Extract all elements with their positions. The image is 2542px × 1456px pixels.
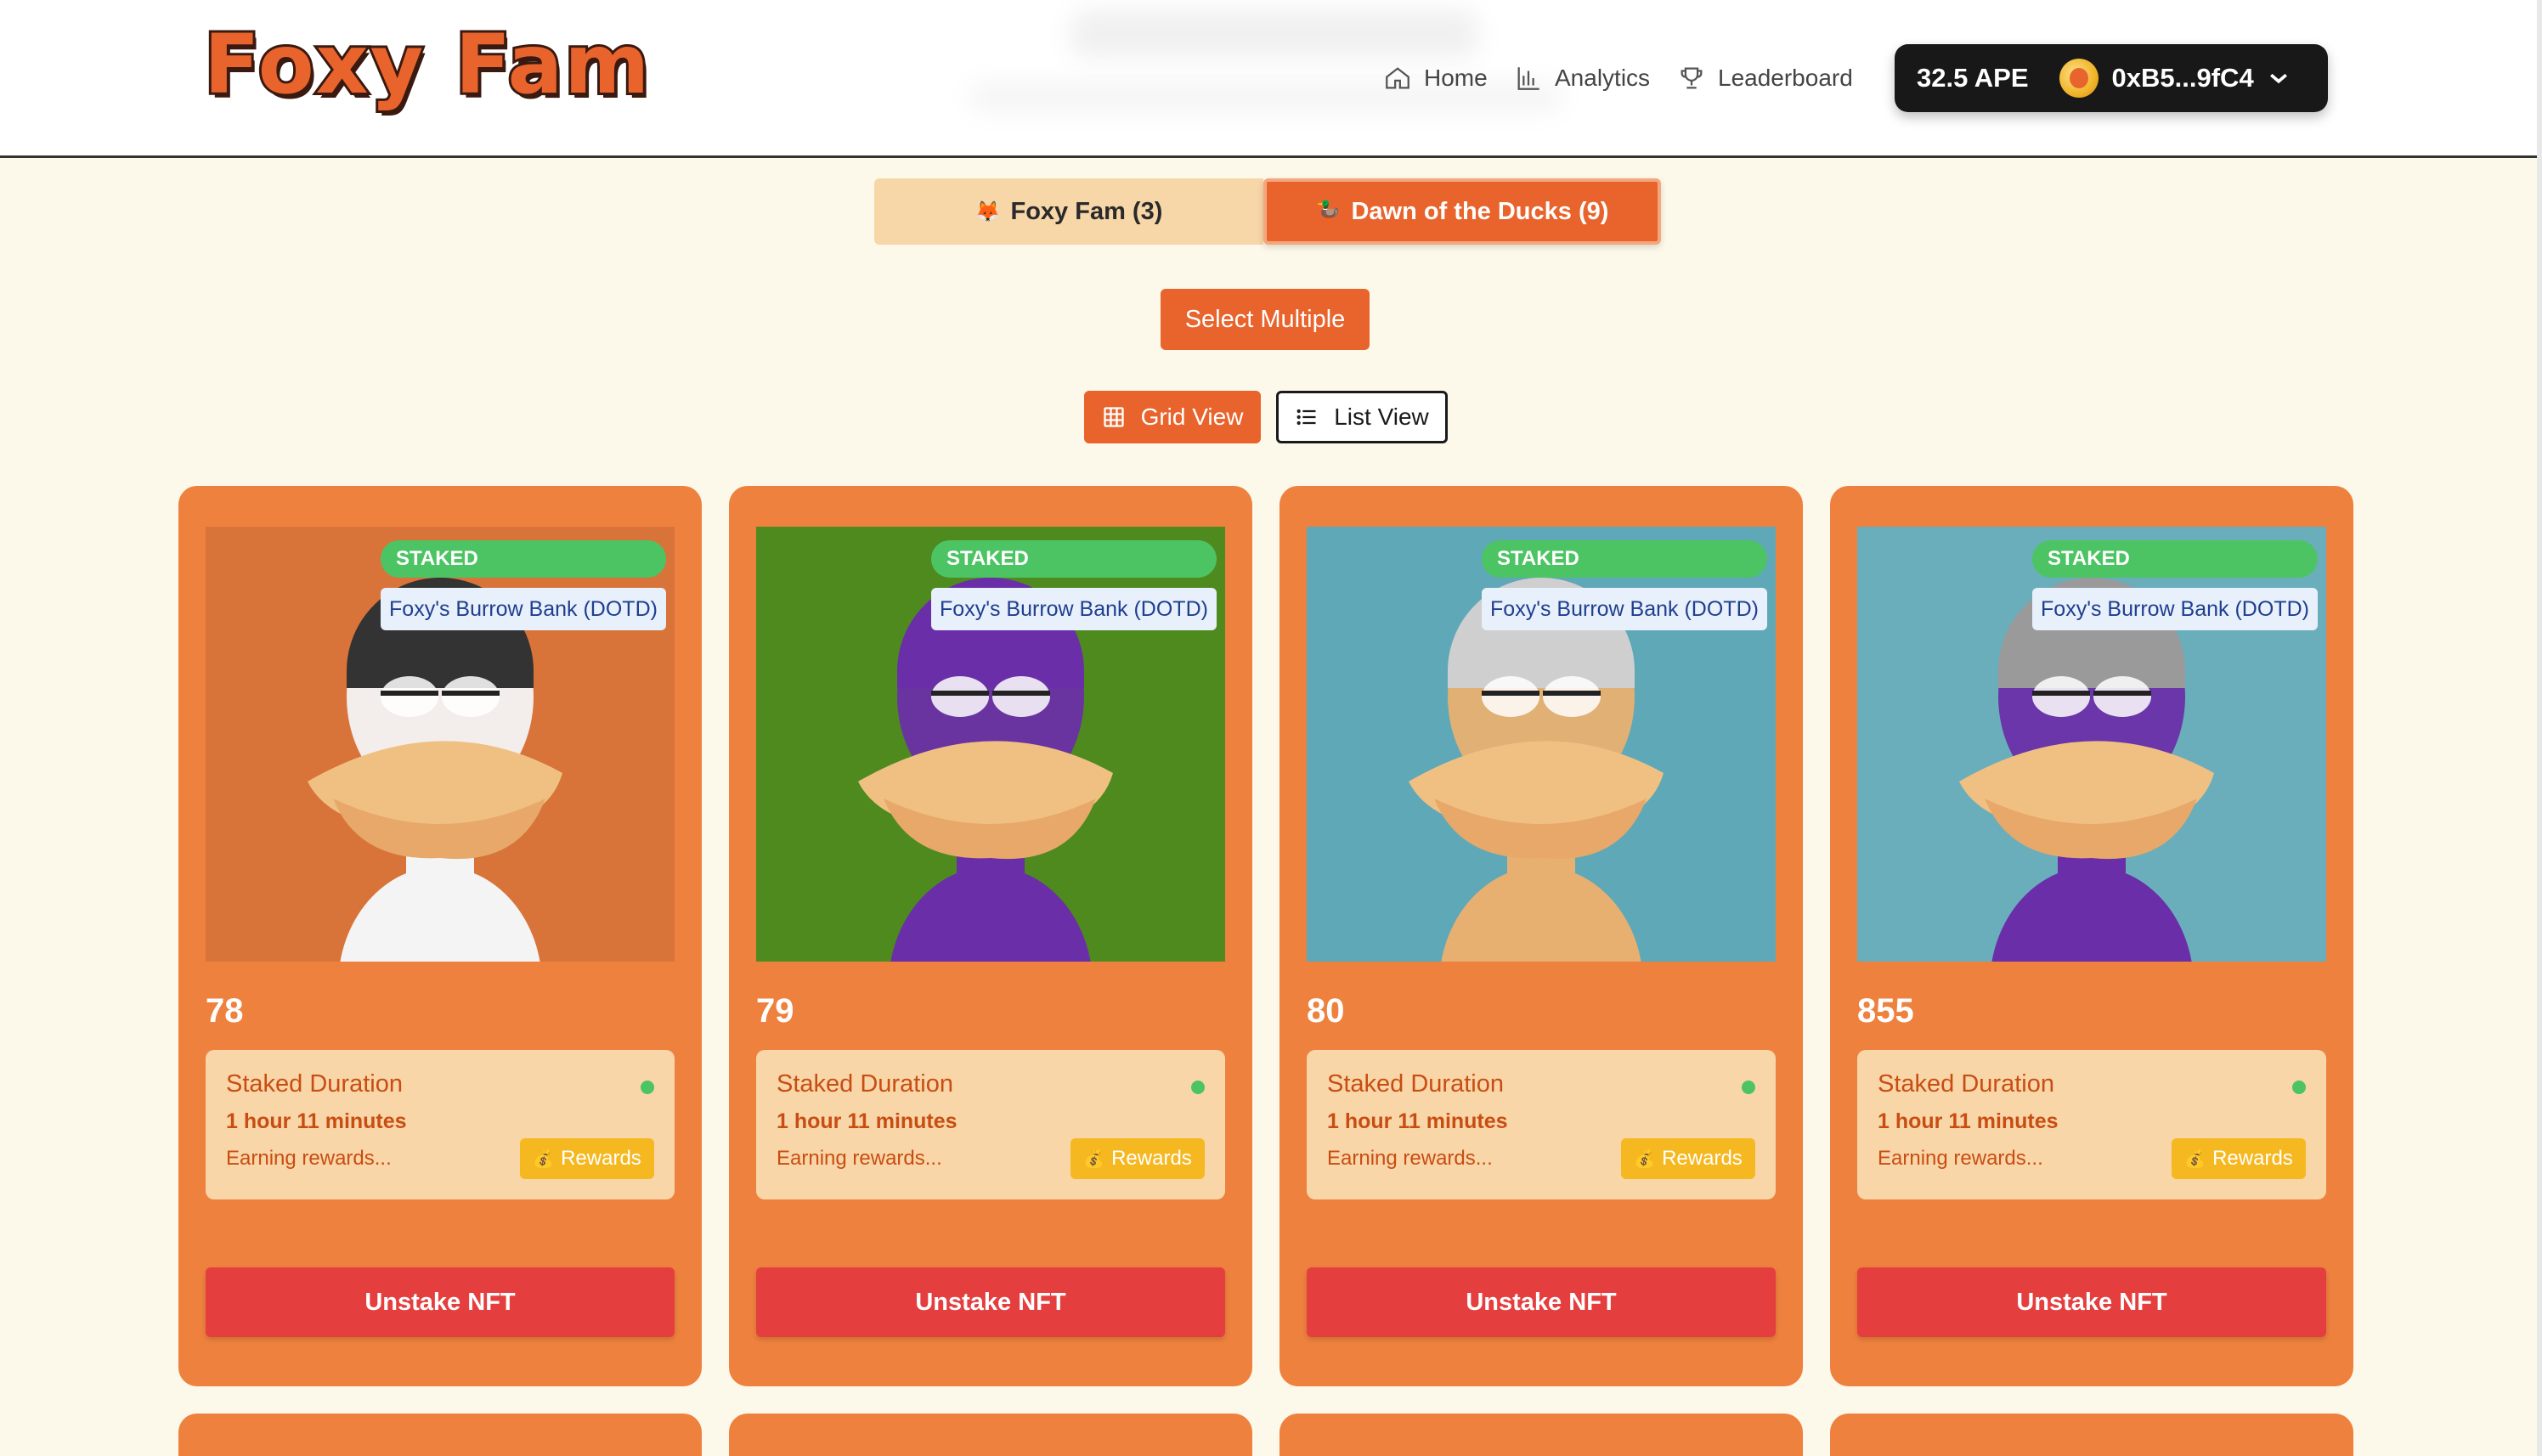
wallet-avatar-icon: [2059, 59, 2099, 98]
nav-home-label: Home: [1424, 65, 1488, 91]
staked-duration-label: Staked Duration: [226, 1070, 403, 1098]
nft-token-id: 80: [1307, 992, 1345, 1030]
nav-leaderboard-label: Leaderboard: [1718, 65, 1853, 91]
staked-duration-label: Staked Duration: [1878, 1070, 2054, 1098]
staked-duration-value: 1 hour 11 minutes: [1878, 1109, 2059, 1133]
staking-pool-badge: Foxy's Burrow Bank (DOTD): [1482, 588, 1767, 630]
money-bag-icon: 💰: [2184, 1149, 2206, 1169]
grid-view-label: Grid View: [1140, 404, 1244, 430]
rewards-button[interactable]: 💰 Rewards: [1621, 1138, 1755, 1179]
wallet-address: 0xB5...9fC4: [2111, 63, 2254, 93]
blurred-page-title: [1070, 10, 1478, 58]
money-bag-icon: 💰: [1634, 1149, 1656, 1169]
nft-token-id: 855: [1857, 992, 1914, 1030]
rewards-button[interactable]: 💰 Rewards: [520, 1138, 654, 1179]
duck-icon: 🦆: [1315, 200, 1342, 223]
trophy-icon: [1681, 67, 1703, 89]
nft-card: STAKED Foxy's Burrow Bank (DOTD) 855 Sta…: [1830, 486, 2353, 1386]
nft-card: STAKED Foxy's Burrow Bank (DOTD) 79 Stak…: [729, 486, 1252, 1386]
nav-home[interactable]: Home: [1383, 59, 1488, 97]
staked-duration-value: 1 hour 11 minutes: [777, 1109, 957, 1133]
nav-leaderboard[interactable]: Leaderboard: [1677, 59, 1853, 97]
nav-analytics[interactable]: Analytics: [1514, 59, 1650, 97]
nft-card: STAKED Foxy's Burrow Bank (DOTD) 80 Stak…: [1279, 486, 1803, 1386]
staking-info-panel: Staked Duration 1 hour 11 minutes Earnin…: [756, 1050, 1225, 1199]
list-icon: [1296, 409, 1316, 426]
unstake-nft-button[interactable]: Unstake NFT: [206, 1267, 675, 1337]
ape-balance: 32.5 APE: [1917, 63, 2029, 93]
staked-badge: STAKED: [931, 540, 1217, 578]
tab-foxy-fam[interactable]: 🦊 Foxy Fam (3): [874, 178, 1263, 245]
earning-status-text: Earning rewards...: [1878, 1147, 2043, 1170]
tab-foxy-fam-label: Foxy Fam (3): [1010, 197, 1163, 225]
rewards-label: Rewards: [1662, 1147, 1743, 1170]
earning-status-text: Earning rewards...: [777, 1147, 942, 1170]
rewards-button[interactable]: 💰 Rewards: [2172, 1138, 2306, 1179]
money-bag-icon: 💰: [1083, 1149, 1105, 1169]
tab-dawn-of-the-ducks[interactable]: 🦆 Dawn of the Ducks (9): [1263, 178, 1661, 245]
staked-badge: STAKED: [381, 540, 666, 578]
fox-icon: 🦊: [974, 200, 1001, 223]
staked-badge: STAKED: [2032, 540, 2318, 578]
list-view-button[interactable]: List View: [1276, 391, 1448, 443]
active-status-dot: [641, 1081, 654, 1094]
grid-view-button[interactable]: Grid View: [1084, 391, 1261, 443]
nft-card-next-row: [1279, 1414, 1803, 1456]
nft-card-next-row: [729, 1414, 1252, 1456]
rewards-label: Rewards: [2212, 1147, 2293, 1170]
nft-token-id: 78: [206, 992, 244, 1030]
home-icon: [1386, 67, 1409, 89]
staked-duration-value: 1 hour 11 minutes: [226, 1109, 407, 1133]
unstake-nft-button[interactable]: Unstake NFT: [1307, 1267, 1776, 1337]
bar-chart-icon: [1517, 67, 1539, 90]
rewards-button[interactable]: 💰 Rewards: [1070, 1138, 1205, 1179]
nft-token-id: 79: [756, 992, 794, 1030]
tab-dawn-of-the-ducks-label: Dawn of the Ducks (9): [1351, 197, 1609, 225]
logo[interactable]: Foxy Fam: [201, 21, 652, 108]
grid-icon: [1103, 407, 1124, 427]
top-header: Foxy Fam Home Analytics Leaderboard 32.5…: [0, 0, 2542, 158]
earning-status-text: Earning rewards...: [1327, 1147, 1493, 1170]
staked-badge: STAKED: [1482, 540, 1767, 578]
staking-info-panel: Staked Duration 1 hour 11 minutes Earnin…: [1307, 1050, 1776, 1199]
nft-card-next-row: [178, 1414, 702, 1456]
staking-pool-badge: Foxy's Burrow Bank (DOTD): [381, 588, 666, 630]
nft-card-next-row: [1830, 1414, 2353, 1456]
nft-image[interactable]: STAKED Foxy's Burrow Bank (DOTD): [1857, 527, 2326, 962]
staked-duration-label: Staked Duration: [1327, 1070, 1504, 1098]
staking-pool-badge: Foxy's Burrow Bank (DOTD): [2032, 588, 2318, 630]
nft-image[interactable]: STAKED Foxy's Burrow Bank (DOTD): [206, 527, 675, 962]
active-status-dot: [1191, 1081, 1205, 1094]
select-multiple-button[interactable]: Select Multiple: [1161, 289, 1370, 350]
nft-card: STAKED Foxy's Burrow Bank (DOTD) 78 Stak…: [178, 486, 702, 1386]
staking-info-panel: Staked Duration 1 hour 11 minutes Earnin…: [206, 1050, 675, 1199]
money-bag-icon: 💰: [533, 1149, 555, 1169]
unstake-nft-button[interactable]: Unstake NFT: [1857, 1267, 2326, 1337]
nft-image[interactable]: STAKED Foxy's Burrow Bank (DOTD): [756, 527, 1225, 962]
chevron-down-icon: [2269, 73, 2287, 84]
list-view-label: List View: [1334, 404, 1429, 430]
unstake-nft-button[interactable]: Unstake NFT: [756, 1267, 1225, 1337]
earning-status-text: Earning rewards...: [226, 1147, 392, 1170]
active-status-dot: [1742, 1081, 1755, 1094]
staked-duration-label: Staked Duration: [777, 1070, 953, 1098]
rewards-label: Rewards: [561, 1147, 641, 1170]
collection-tabs: 🦊 Foxy Fam (3) 🦆 Dawn of the Ducks (9): [874, 178, 1661, 245]
rewards-label: Rewards: [1111, 1147, 1192, 1170]
active-status-dot: [2292, 1081, 2306, 1094]
wallet-button[interactable]: 32.5 APE 0xB5...9fC4: [1895, 44, 2328, 112]
staking-info-panel: Staked Duration 1 hour 11 minutes Earnin…: [1857, 1050, 2326, 1199]
staked-duration-value: 1 hour 11 minutes: [1327, 1109, 1508, 1133]
nav-analytics-label: Analytics: [1555, 65, 1651, 91]
page-scrollbar[interactable]: [2537, 0, 2542, 1456]
nft-image[interactable]: STAKED Foxy's Burrow Bank (DOTD): [1307, 527, 1776, 962]
staking-pool-badge: Foxy's Burrow Bank (DOTD): [931, 588, 1217, 630]
